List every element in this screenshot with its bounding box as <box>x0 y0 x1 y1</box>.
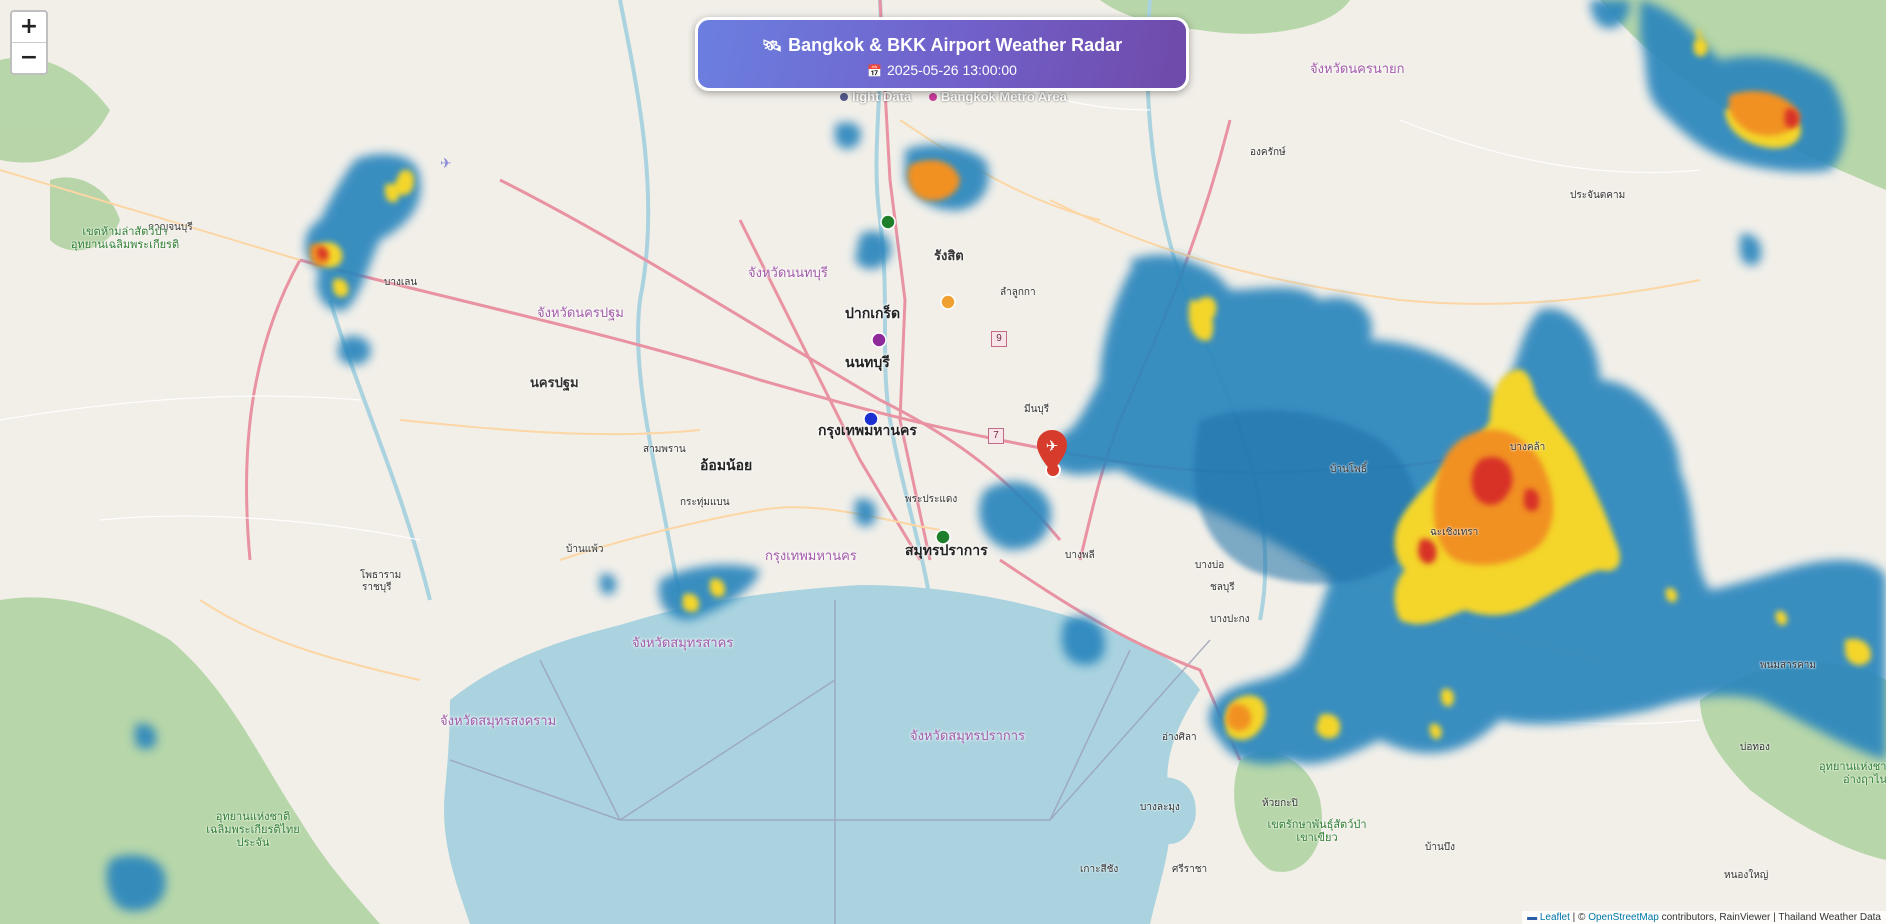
map-label-prov_samutsakhon: จังหวัดสมุทรสาคร <box>632 636 734 651</box>
map-label-nongyai: หนองใหญ่ <box>1724 870 1769 881</box>
map-label-prov_bangkok: กรุงเทพมหานคร <box>765 549 857 564</box>
satellite-icon: 🛰 <box>761 36 783 55</box>
map-label-prov_nonthaburi: จังหวัดนนทบุรี <box>748 266 828 281</box>
station-dot-purple <box>871 332 887 348</box>
map-label-bangbo: บางบ่อ <box>1195 560 1225 571</box>
map-label-banpho: บ้านโพธิ์ <box>1330 464 1367 475</box>
map-tiles: ✈ <box>0 0 1886 924</box>
map-label-park_north: เขตห้ามล่าสัตว์ป่าอุทยานเฉลิมพระเกียรติ <box>70 225 180 251</box>
map-label-banglen: บางเลน <box>384 277 418 288</box>
zoom-in-button[interactable]: + <box>12 12 46 42</box>
map-canvas[interactable]: ✈ กรุงเทพมหานคร นนทบุรี ปากเกร็ด รังสิตสมุท… <box>0 0 1886 924</box>
map-label-prov_nakhonpathom: จังหวัดนครปฐม <box>537 306 624 321</box>
map-label-omnoi: อ้อมน้อย <box>700 458 753 474</box>
map-label-bangkok: กรุงเทพมหานคร <box>818 423 917 439</box>
airport-marker[interactable]: ✈ <box>1037 430 1067 472</box>
map-label-minburi: มีนบุรี <box>1024 404 1050 415</box>
map-label-chachoengsao: ฉะเชิงเทรา <box>1430 527 1479 538</box>
legend-swatch-flight <box>840 93 848 101</box>
map-label-prachinburi: ประจันตคาม <box>1570 190 1626 201</box>
map-label-nakhonpathom: นครปฐม <box>530 376 579 391</box>
map-label-samphran: สามพราน <box>643 444 686 455</box>
map-label-prov_samutsongkhram: จังหวัดสมุทรสงคราม <box>440 714 557 729</box>
map-label-phanomsarakham: พนมสารคาม <box>1760 660 1817 671</box>
map-label-bangpakong: บางปะกง <box>1210 614 1250 625</box>
page-title: Bangkok & BKK Airport Weather Radar <box>788 35 1123 55</box>
map-label-park_west: อุทยานแห่งชาติเฉลิมพระเกียรติไทยประจัน <box>206 810 300 849</box>
map-label-samutprakan: สมุทรปราการ <box>905 543 988 559</box>
radar-timestamp: 2025-05-26 13:00:00 <box>886 62 1017 78</box>
map-label-sriracha: ศรีราชา <box>1172 864 1208 875</box>
map-label-rangsit: รังสิต <box>934 249 964 264</box>
map-label-bangplee: บางพลี <box>1065 550 1095 561</box>
map-label-banpaeo: บ้านแพ้ว <box>566 544 604 555</box>
map-label-lamlukka: ลำลูกกา <box>1000 287 1036 298</box>
map-label-angsila: อ่างศิลา <box>1162 732 1197 743</box>
attribution-text: contributors, RainViewer | Thailand Weat… <box>1658 912 1881 923</box>
map-label-prov_nakhonnayok: จังหวัดนครนายก <box>1310 62 1405 77</box>
map-label-banbueng: บ้านบึง <box>1425 842 1456 853</box>
map-label-prov_samutprakan: จังหวัดสมุทรปราการ <box>910 729 1026 744</box>
title-card: 🛰 Bangkok & BKK Airport Weather Radar 📅 20… <box>695 17 1189 91</box>
zoom-out-button[interactable]: − <box>12 42 46 73</box>
map-label-park_khaokheow: เขตรักษาพันธุ์สัตว์ป่าเขาเขียว <box>1267 818 1367 844</box>
road-shield-r9: 9 <box>991 331 1007 347</box>
osm-link[interactable]: OpenStreetMap <box>1588 912 1659 923</box>
map-attribution: ▬ Leaflet | © OpenStreetMap contributors… <box>1522 911 1886 924</box>
map-legend: light Data Bangkok Metro Area <box>836 89 1067 104</box>
airfield-icon: ✈ <box>440 156 452 172</box>
map-label-krathumbaen: กระทุ่มแบน <box>680 497 730 508</box>
map-label-huaikapi: ห้วยกะปิ <box>1262 798 1298 809</box>
attribution-separator: | © <box>1569 912 1589 923</box>
map-label-kohsichang: เกาะสีชัง <box>1080 864 1119 875</box>
map-label-chonburi: ชลบุรี <box>1210 582 1235 593</box>
map-label-bobong: บ่อทอง <box>1740 742 1770 753</box>
station-dot-orange <box>940 294 956 310</box>
legend-item-flight: light Data <box>852 89 912 104</box>
plane-icon: ✈ <box>1046 437 1059 455</box>
legend-swatch-metro <box>928 93 937 101</box>
map-label-banglamung: บางละมุง <box>1140 802 1180 813</box>
map-label-pakkret: ปากเกร็ด <box>845 306 901 322</box>
zoom-control: + − <box>10 10 48 75</box>
station-dot-green-north <box>880 214 896 230</box>
leaflet-link[interactable]: Leaflet <box>1540 912 1570 923</box>
road-shield-r7: 7 <box>988 428 1004 444</box>
map-label-nonthaburi: นนทบุรี <box>845 355 890 371</box>
legend-item-metro: Bangkok Metro Area <box>940 89 1067 104</box>
map-label-ongkharak: องครักษ์ <box>1250 147 1286 158</box>
ukraine-flag-icon: ▬ <box>1527 912 1538 923</box>
map-label-ratchaburi: ราชบุรี <box>362 582 392 593</box>
calendar-icon: 📅 <box>867 64 882 78</box>
map-label-park_east: อุทยานแห่งชาติเขาอ่างฤาไน <box>1819 760 1886 786</box>
map-label-bangkhla: บางคล้า <box>1510 442 1546 453</box>
map-label-phrapradaeng: พระประแดง <box>905 494 958 505</box>
